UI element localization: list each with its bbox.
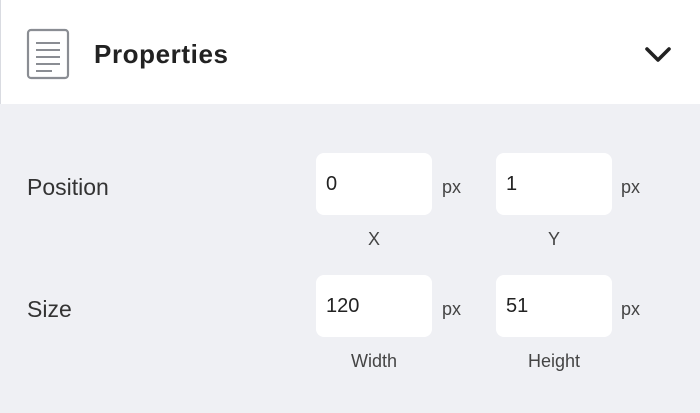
size-height-input[interactable] (496, 275, 612, 337)
size-height-caption: Height (527, 351, 581, 371)
position-y-unit: px (621, 177, 641, 197)
size-width-caption: Width (350, 351, 397, 371)
properties-header[interactable]: Properties (0, 0, 700, 104)
size-label: Size (27, 296, 72, 322)
chevron-down-icon[interactable] (641, 40, 675, 68)
document-icon (26, 28, 70, 80)
size-width-input[interactable] (316, 275, 432, 337)
position-y-caption: Y (547, 229, 560, 249)
size-width-unit: px (442, 299, 462, 319)
position-y-input[interactable] (496, 153, 612, 215)
position-x-input[interactable] (316, 153, 432, 215)
position-x-unit: px (442, 177, 462, 197)
position-label: Position (27, 174, 109, 200)
properties-panel: Properties Position px X px Y Size px Wi… (0, 0, 700, 413)
position-x-caption: X (367, 229, 380, 249)
panel-title: Properties (94, 39, 229, 69)
size-height-unit: px (621, 299, 641, 319)
